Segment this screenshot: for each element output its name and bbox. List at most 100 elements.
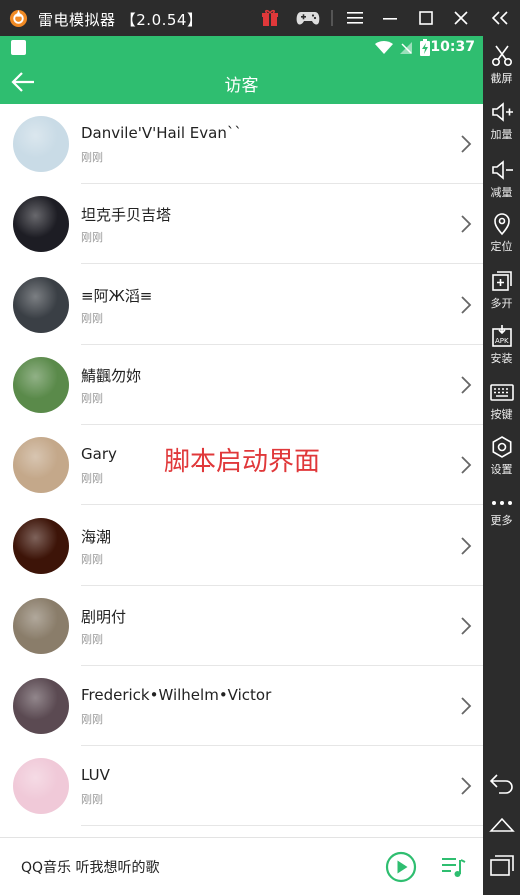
location-icon [493,213,510,236]
sidebar-item-keymap[interactable]: 按键 [483,380,520,434]
window-title: 雷电模拟器 【2.0.54】 [38,11,203,29]
avatar[interactable] [13,276,69,333]
keyboard-icon [489,384,514,401]
visit-time: 刚刚 [81,632,103,646]
visit-time: 刚刚 [81,391,103,405]
avatar[interactable] [13,356,69,413]
visitor-name: LUV [81,766,110,785]
player-text: QQ音乐 听我想听的歌 [21,860,160,876]
sidebar-label: 设置 [490,463,513,476]
multi-instance-icon [491,271,512,291]
chevron-right-icon [461,376,472,394]
avatar[interactable] [13,116,69,172]
chevron-right-icon [461,617,472,635]
sidebar-label: 多开 [490,297,513,310]
home-icon [488,817,515,832]
status-bar: 10:37 [0,36,483,60]
visitor-row[interactable]: 鯖飌勿妳 刚刚 [0,344,483,425]
row-divider [81,825,483,827]
visit-time: 刚刚 [81,231,103,245]
visit-time: 刚刚 [81,151,103,164]
nav-back-button[interactable] [483,772,520,800]
sidebar-label: 减量 [490,186,513,199]
close-icon[interactable] [451,8,471,28]
visitor-row[interactable]: LUV 刚刚 [0,746,483,827]
visit-time: 刚刚 [81,472,103,486]
sidebar-item-settings[interactable]: 设置 [483,435,520,489]
avatar[interactable] [13,517,69,574]
phone-screen: 10:37 访客 Danvile'V'Hail Evan`` 刚刚 坦克手贝吉塔 刚刚… [0,36,483,895]
avatar[interactable] [13,196,69,253]
notification-icon [11,40,26,55]
visitor-row[interactable]: Danvile'V'Hail Evan`` 刚刚 [0,104,483,184]
more-icon [491,501,512,505]
app-bar: 访客 [0,60,483,104]
recents-icon [489,855,514,876]
menu-icon[interactable] [345,8,365,28]
avatar[interactable] [13,437,69,494]
visitor-row[interactable]: 剧明付 刚刚 [0,585,483,666]
wifi-icon [375,41,393,54]
gamepad-icon[interactable] [295,8,321,28]
apk-install-icon: APK [491,325,512,347]
visitor-row[interactable]: 海潮 刚刚 [0,505,483,586]
playlist-icon[interactable] [440,854,466,880]
visit-time: 刚刚 [81,311,103,325]
collapse-sidebar-icon[interactable] [490,8,510,28]
visitor-name: 剧明付 [81,607,127,626]
visit-time: 刚刚 [81,713,103,727]
sidebar-item-screenshot[interactable]: 截屏 [483,44,520,98]
nav-recents-button[interactable] [483,854,520,882]
emulator-sidebar: 截屏 加量 减量 定位 多开 APK 安装 按键 设置 更多 [483,36,520,895]
volume-up-icon [491,102,513,122]
signal-icon [400,42,412,54]
clock: 10:37 [430,39,475,55]
avatar[interactable] [13,758,69,815]
sidebar-label: 安装 [490,352,513,365]
sidebar-item-volume-up[interactable]: 加量 [483,100,520,154]
play-icon[interactable] [385,851,417,883]
emulator-titlebar: 雷电模拟器 【2.0.54】 [0,0,520,36]
minimize-icon[interactable] [380,8,400,28]
page-title: 访客 [224,76,259,96]
visitor-row[interactable]: ≡阿Ж滔≡ 刚刚 [0,264,483,345]
visitor-name: ≡阿Ж滔≡ [81,286,153,305]
chevron-right-icon [461,295,472,314]
chevron-right-icon [461,536,472,555]
sidebar-item-location[interactable]: 定位 [483,212,520,266]
chevron-right-icon [461,456,472,474]
sidebar-label: 截屏 [490,72,513,85]
sidebar-item-multi-instance[interactable]: 多开 [483,269,520,323]
chevron-right-icon [461,697,472,715]
visitor-name: Gary [81,445,117,464]
sidebar-item-more[interactable]: 更多 [483,496,520,550]
chevron-right-icon [461,135,472,153]
sidebar-label: 定位 [490,240,513,253]
nav-home-button[interactable] [483,814,520,842]
scissors-icon [491,45,512,67]
visitor-row[interactable]: 坦克手贝吉塔 刚刚 [0,184,483,265]
avatar[interactable] [13,678,69,735]
battery-icon [420,39,430,56]
chevron-right-icon [461,777,472,796]
titlebar-divider [331,10,333,26]
avatar[interactable] [13,597,69,654]
visitor-row[interactable]: Frederick•Wilhelm•Victor 刚刚 [0,666,483,747]
chevron-right-icon [461,215,472,233]
sidebar-label: 加量 [490,128,513,141]
visitor-name: 海潮 [81,527,112,546]
maximize-icon[interactable] [416,8,436,28]
visit-time: 刚刚 [81,793,103,807]
visitor-name: 坦克手贝吉塔 [81,206,172,225]
svg-text:APK: APK [495,337,509,345]
volume-down-icon [491,160,513,180]
sidebar-label: 按键 [490,408,513,421]
sidebar-item-install[interactable]: APK 安装 [483,324,520,378]
gift-icon[interactable] [260,8,280,28]
sidebar-label: 更多 [490,514,513,527]
music-player-bar[interactable]: QQ音乐 听我想听的歌 [0,837,483,895]
overlay-text: 脚本启动界面 [164,447,321,477]
sidebar-item-volume-down[interactable]: 减量 [483,158,520,212]
visit-time: 刚刚 [81,552,103,566]
visitor-name: 鯖飌勿妳 [81,366,142,385]
